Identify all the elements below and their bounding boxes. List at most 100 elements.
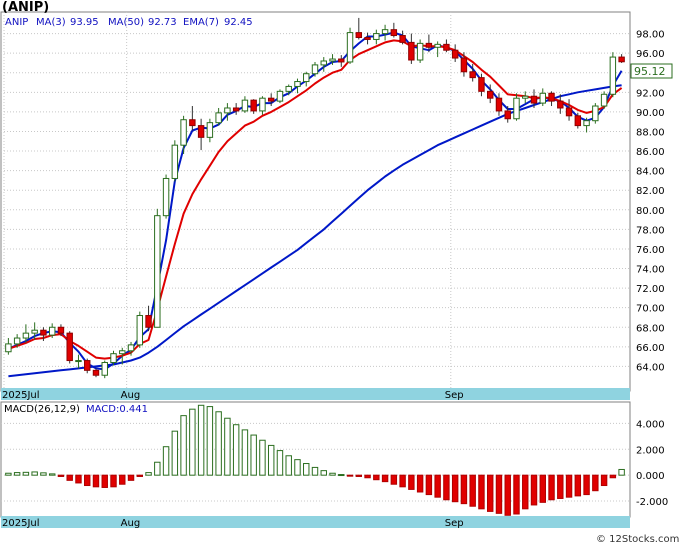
macd-bar-negative	[574, 474, 582, 497]
macd-bar-positive	[189, 408, 196, 476]
candle-body-up	[13, 337, 21, 345]
price-y-tick-label: 84.00	[636, 167, 665, 178]
macd-bar-positive	[145, 472, 152, 476]
macd-bar-negative	[399, 474, 406, 488]
macd-bar-negative	[460, 474, 468, 505]
macd-bar-positive	[259, 439, 266, 476]
candle-body-down	[145, 315, 152, 328]
last-price-label: 95.12	[634, 65, 666, 78]
candle-body-up	[224, 107, 231, 114]
candle	[101, 360, 108, 379]
stock-chart: 98.0096.0094.0092.0090.0088.0086.0084.00…	[0, 0, 679, 545]
candle	[66, 331, 73, 364]
candle	[154, 208, 161, 328]
candle	[609, 52, 617, 98]
candle-body-down	[232, 107, 240, 112]
macd-bar-positive	[224, 417, 231, 476]
candle-body-up	[285, 85, 292, 92]
macd-bar-negative	[495, 474, 503, 514]
price-y-axis: 98.0096.0094.0092.0090.0088.0086.0084.00…	[636, 30, 665, 374]
macd-y-tick-label: 4.000	[636, 419, 665, 430]
legend-ma3-label: MA(3)	[36, 17, 66, 28]
candle-body-up	[303, 73, 310, 83]
macd-legend-value: MACD:0.441	[86, 404, 148, 415]
price-y-tick-label: 88.00	[636, 127, 665, 138]
macd-bar-negative	[530, 474, 538, 506]
candle-body-down	[338, 58, 345, 63]
candle-body-up	[600, 93, 608, 107]
legend-ma3-value: 93.95	[70, 17, 99, 28]
macd-x-axis-band	[1, 516, 630, 528]
candle-body-down	[557, 100, 564, 109]
macd-bar-negative	[92, 474, 100, 488]
candle-body-up	[320, 60, 327, 66]
legend-ticker: ANIP	[5, 17, 28, 28]
macd-bar-negative	[110, 474, 117, 488]
price-y-tick-label: 86.00	[636, 147, 665, 158]
macd-bar-negative	[522, 474, 529, 510]
candle-body-up	[119, 350, 126, 355]
macd-bar-negative	[57, 474, 65, 477]
macd-bar-positive	[31, 471, 38, 476]
price-y-tick-label: 64.00	[636, 362, 665, 373]
macd-bar-negative	[101, 474, 108, 488]
macd-bar-negative	[408, 474, 415, 490]
price-y-tick-label: 70.00	[636, 304, 665, 315]
macd-bar-positive	[180, 415, 187, 476]
candle-body-up	[101, 362, 108, 376]
candle-body-up	[346, 32, 354, 63]
macd-y-tick-label: 2.000	[636, 445, 665, 456]
candle-body-up	[127, 344, 135, 352]
candle-body-down	[530, 95, 538, 104]
candle-body-down	[355, 32, 363, 38]
candle-body-up	[180, 119, 187, 146]
macd-bar-negative	[346, 474, 354, 477]
legend-ema7-value: 92.45	[224, 17, 253, 28]
candle-body-down	[478, 77, 485, 92]
candle-body-up	[434, 43, 441, 48]
macd-bar-positive	[303, 463, 310, 476]
price-y-tick-label: 76.00	[636, 245, 665, 256]
macd-bar-negative	[66, 474, 73, 481]
price-y-tick-label: 82.00	[636, 186, 665, 197]
macd-x-tick-label: 2025Jul	[2, 518, 40, 529]
candle-body-down	[57, 326, 65, 334]
macd-legend-label: MACD(26,12,9)	[4, 404, 80, 415]
chart-title: (ANIP)	[2, 0, 49, 15]
candle-body-down	[40, 329, 47, 336]
candle	[346, 27, 354, 64]
macd-bar-positive	[276, 450, 284, 476]
macd-bar-negative	[381, 474, 389, 483]
macd-bar-negative	[469, 474, 476, 507]
candle-body-up	[381, 29, 389, 35]
macd-bar-negative	[127, 474, 135, 481]
macd-bar-positive	[206, 406, 214, 476]
candle-body-down	[469, 71, 476, 79]
candle-body-up	[136, 315, 144, 346]
candle-body-up	[5, 343, 12, 353]
candle	[171, 140, 179, 182]
macd-bar-positive	[285, 455, 292, 476]
price-x-tick-label: Aug	[121, 390, 141, 401]
macd-bar-positive	[329, 472, 336, 476]
macd-bar-positive	[162, 446, 170, 476]
candle-body-up	[522, 95, 529, 99]
macd-bar-positive	[250, 434, 257, 476]
candle-body-up	[48, 326, 56, 336]
macd-bar-negative	[600, 474, 608, 487]
candle-body-down	[548, 92, 555, 102]
price-y-tick-label: 80.00	[636, 206, 665, 217]
candle-body-up	[311, 64, 319, 75]
macd-bar-negative	[425, 474, 433, 496]
price-y-tick-label: 90.00	[636, 108, 665, 119]
macd-bar-positive	[232, 424, 240, 476]
price-x-tick-label: Sep	[445, 390, 464, 401]
macd-bar-positive	[215, 411, 222, 476]
candle-body-up	[154, 215, 161, 328]
candle-body-up	[31, 329, 38, 334]
macd-bar-negative	[557, 474, 564, 499]
macd-bar-positive	[320, 470, 327, 476]
macd-bar-negative	[416, 474, 424, 493]
price-y-tick-label: 66.00	[636, 343, 665, 354]
candle-body-down	[565, 107, 573, 117]
